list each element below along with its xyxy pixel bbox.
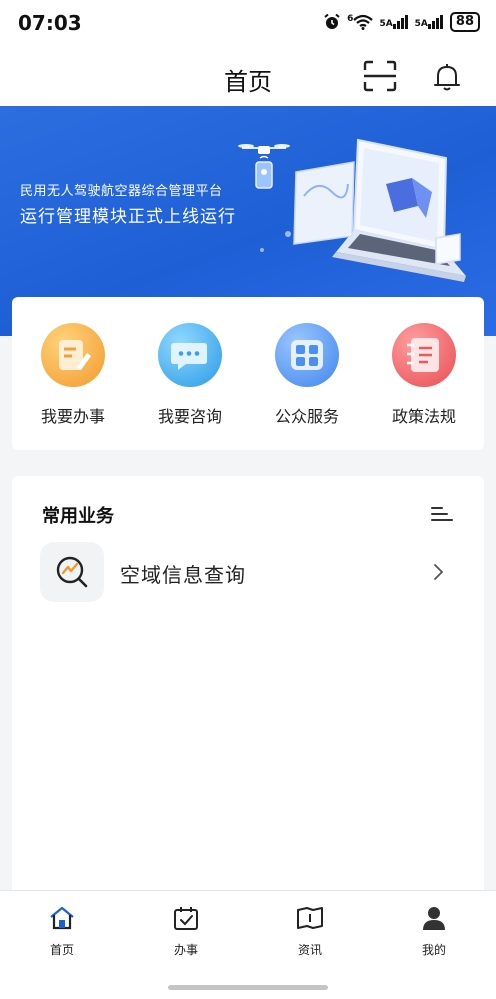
tab-home[interactable]: 首页 <box>27 903 97 958</box>
home-icon <box>50 906 74 930</box>
scan-button[interactable] <box>362 60 398 92</box>
wifi-icon: 6 <box>347 14 374 30</box>
tab-mine[interactable]: 我的 <box>399 903 469 958</box>
tab-affairs[interactable]: 办事 <box>151 903 221 958</box>
tab-news[interactable]: 资讯 <box>275 903 345 958</box>
drone-icon <box>238 144 290 189</box>
quick-action-policies[interactable]: 政策法规 <box>369 323 479 433</box>
banner-subtitle: 民用无人驾驶航空器综合管理平台 <box>20 184 223 199</box>
status-time: 07:03 <box>18 11 82 35</box>
common-services-card: 常用业务 空域信息查询 <box>12 476 484 896</box>
tab-label: 首页 <box>49 943 74 957</box>
laptop-icon <box>293 138 466 282</box>
bottom-tab-bar: 首页 办事 资讯 我的 <box>0 890 496 999</box>
document-pen-icon <box>41 323 105 387</box>
cell-signal-2: 5A <box>415 15 444 29</box>
page-title: 首页 <box>224 68 272 96</box>
calendar-check-icon <box>174 907 198 930</box>
quick-action-public-service[interactable]: 公众服务 <box>252 323 362 433</box>
sort-lines-icon <box>431 507 453 521</box>
home-indicator[interactable] <box>168 985 328 990</box>
alarm-icon <box>324 13 340 29</box>
status-bar: 07:03 6 5A 5A 88 <box>0 0 496 46</box>
quick-action-label: 我要办事 <box>40 407 105 426</box>
bell-icon <box>434 64 460 91</box>
quick-actions-card: 我要办事 我要咨询 公众服务 政策法规 <box>12 297 484 450</box>
notebook-icon <box>392 323 456 387</box>
tab-label: 我的 <box>421 943 446 957</box>
sort-menu-button[interactable] <box>430 504 454 524</box>
network-2-label: 5A <box>414 19 428 29</box>
quick-action-consult[interactable]: 我要咨询 <box>135 323 245 433</box>
scan-icon <box>363 60 397 92</box>
banner-headline: 运行管理模块正式上线运行 <box>20 207 236 227</box>
quick-action-label: 政策法规 <box>391 407 456 426</box>
service-item-airspace-query[interactable]: 空域信息查询 <box>40 542 460 602</box>
cell-signal-1: 5A <box>379 15 408 29</box>
quick-action-label: 公众服务 <box>274 407 339 426</box>
chevron-right-icon <box>434 564 444 580</box>
tab-label: 资讯 <box>297 943 322 957</box>
chart-search-icon <box>40 542 104 602</box>
battery-indicator: 88 <box>449 12 480 32</box>
network-1-label: 5A <box>379 19 393 29</box>
tab-label: 办事 <box>173 943 198 957</box>
service-item-label: 空域信息查询 <box>120 563 246 587</box>
section-title: 常用业务 <box>42 506 114 527</box>
quick-action-label: 我要咨询 <box>157 407 222 426</box>
laptop-drone-illustration <box>238 138 466 282</box>
grid-apps-icon <box>275 323 339 387</box>
chat-bubble-icon <box>158 323 222 387</box>
quick-action-handle-affairs[interactable]: 我要办事 <box>18 323 128 433</box>
notification-button[interactable] <box>430 60 464 94</box>
top-nav-bar: 首页 <box>0 46 496 106</box>
status-icons: 6 5A 5A 88 <box>323 12 480 32</box>
user-icon <box>423 907 445 930</box>
book-icon <box>297 907 323 929</box>
